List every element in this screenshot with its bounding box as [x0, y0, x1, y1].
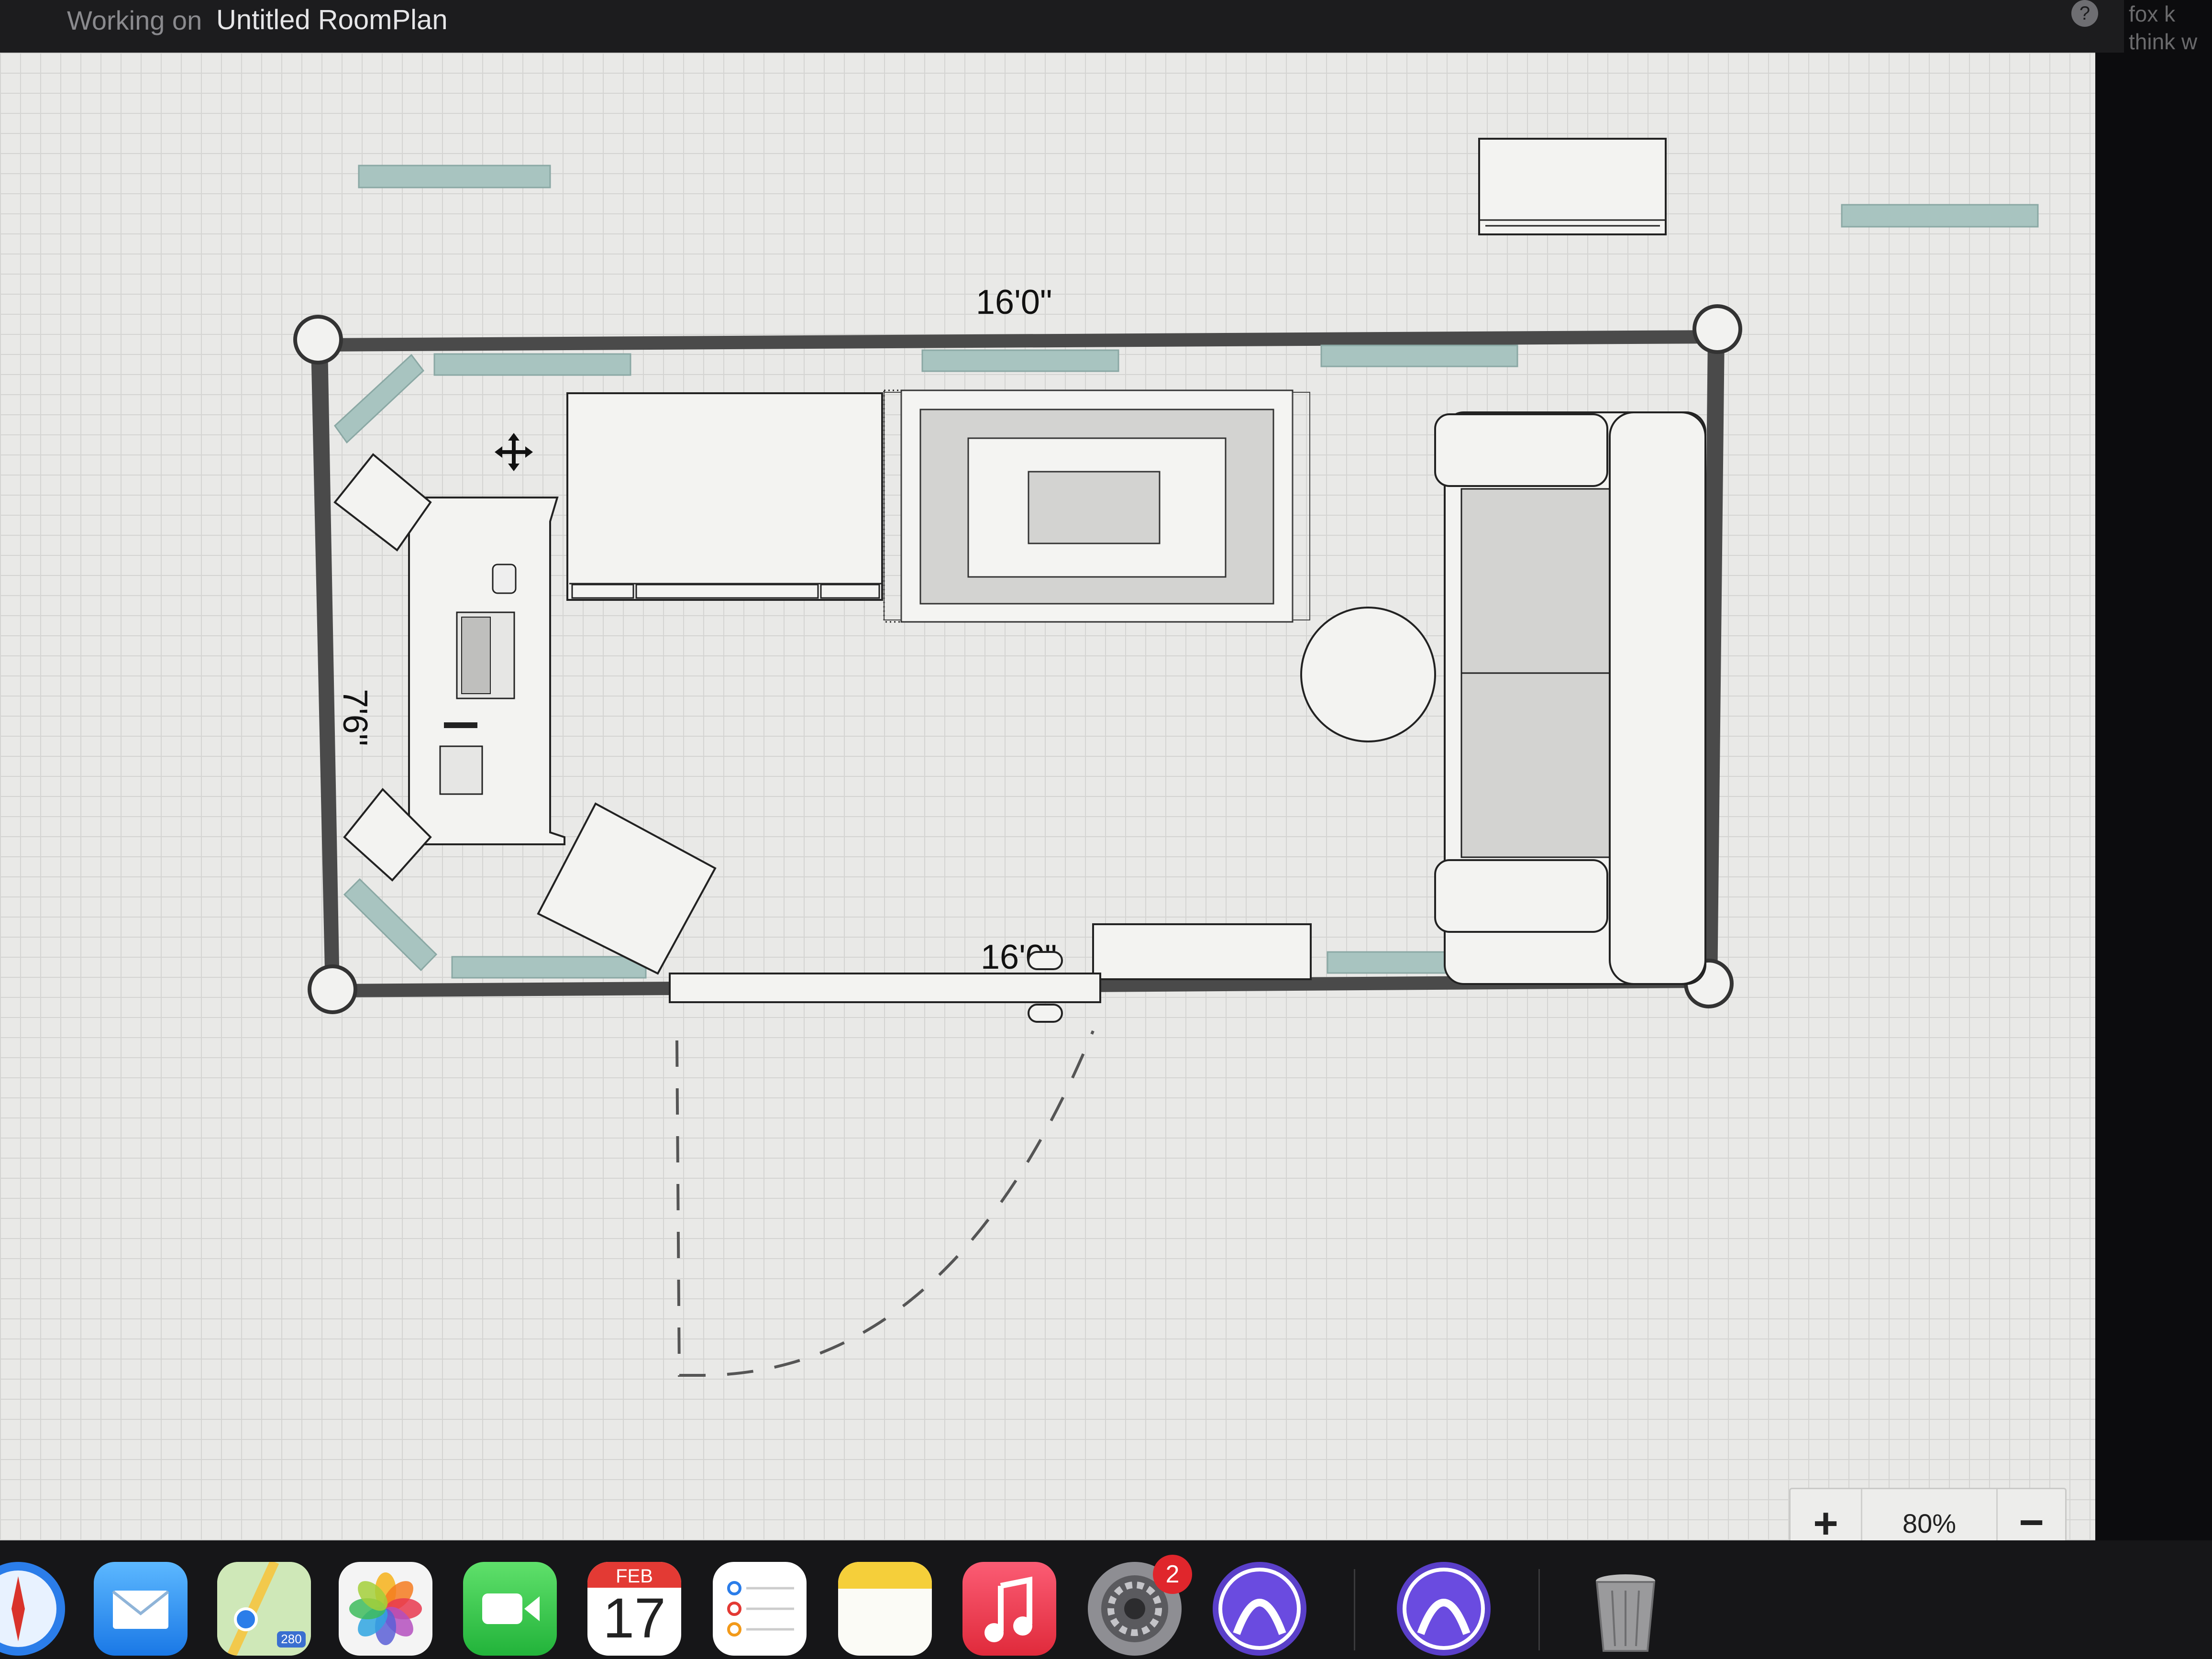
calendar-month: FEB: [616, 1566, 653, 1587]
wall-window[interactable]: [451, 956, 647, 979]
settings-notification-badge: 2: [1153, 1555, 1192, 1594]
door[interactable]: [669, 951, 1101, 1377]
photos-icon[interactable]: [339, 1562, 432, 1656]
sofa[interactable]: [1434, 411, 1706, 985]
safari-icon[interactable]: [0, 1562, 65, 1656]
floor-plan: 16'0" 16'0" 7'6": [293, 138, 2039, 1377]
maps-icon[interactable]: 280: [217, 1562, 311, 1656]
roomplan-app-icon[interactable]: [1213, 1562, 1306, 1656]
music-icon[interactable]: [962, 1562, 1056, 1656]
unplaced-cabinet[interactable]: [1478, 138, 1667, 235]
tv-bench[interactable]: [1092, 923, 1312, 980]
trash-icon[interactable]: [1579, 1562, 1672, 1656]
corner-handle[interactable]: [1692, 304, 1742, 354]
maps-badge: 280: [281, 1632, 301, 1646]
corner-handle[interactable]: [308, 964, 357, 1014]
top-wall-dimension: 16'0": [976, 283, 1052, 321]
left-wall-dimension: 7'6": [336, 689, 374, 746]
document-title: Untitled RoomPlan: [216, 4, 448, 35]
background-window-text: fox k think w: [2129, 0, 2212, 55]
wall-window[interactable]: [1320, 344, 1518, 367]
facetime-icon[interactable]: [463, 1562, 557, 1656]
desk[interactable]: [408, 497, 565, 845]
help-button[interactable]: ?: [2071, 0, 2098, 27]
wall-window[interactable]: [433, 353, 631, 376]
roomplan-app-icon[interactable]: [1397, 1562, 1491, 1656]
unplaced-window[interactable]: [1841, 204, 2039, 228]
unplaced-window[interactable]: [358, 165, 551, 188]
dock-divider: [1354, 1569, 1355, 1650]
notes-icon[interactable]: [838, 1562, 932, 1656]
corner-window[interactable]: [343, 878, 438, 972]
armchair[interactable]: [537, 802, 717, 975]
corner-handle[interactable]: [293, 315, 343, 365]
move-cursor-icon: [495, 433, 533, 471]
background-window-line: think w: [2129, 29, 2198, 54]
calendar-icon[interactable]: FEB 17: [587, 1562, 681, 1656]
mail-icon[interactable]: [94, 1562, 188, 1656]
calendar-day: 17: [603, 1587, 666, 1650]
background-window-line: fox k: [2129, 1, 2176, 26]
wall-window[interactable]: [921, 349, 1119, 372]
reminders-icon[interactable]: [713, 1562, 807, 1656]
title-prefix: Working on: [67, 5, 202, 35]
sideboard[interactable]: [566, 392, 883, 601]
floor-plan-canvas[interactable]: 16'0" 16'0" 7'6" + 80% −: [0, 53, 2095, 1559]
round-side-table[interactable]: [1300, 607, 1436, 742]
window-title-bar: Working on Untitled RoomPlan ?: [0, 0, 2124, 53]
corner-window[interactable]: [334, 354, 425, 444]
rug[interactable]: [883, 389, 1310, 623]
dock: 280 FEB 17 2: [0, 1540, 2212, 1659]
dock-divider: [1538, 1569, 1540, 1650]
